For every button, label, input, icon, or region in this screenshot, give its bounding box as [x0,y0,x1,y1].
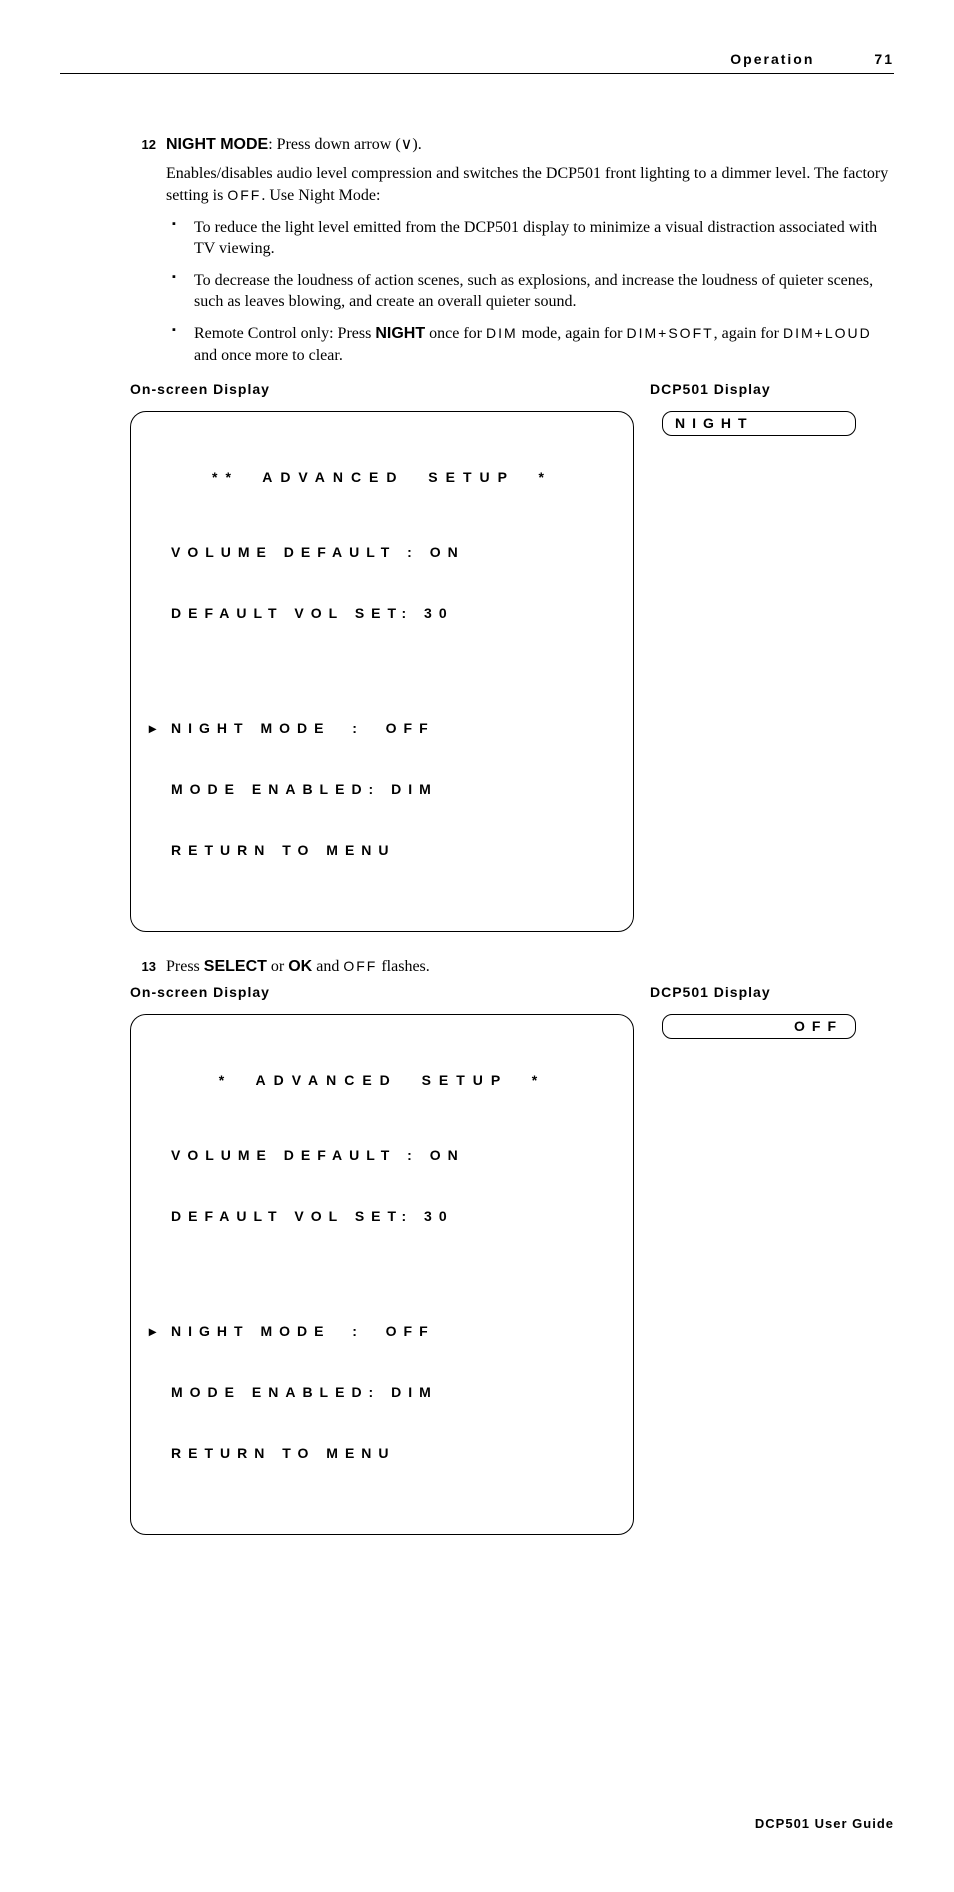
osd-label: On-screen Display [130,983,650,1002]
dim-value: DIM [486,325,518,341]
b3-a: Remote Control only: Press [194,325,375,342]
s13-d: flashes. [377,958,429,975]
step-title: NIGHT MODE [166,136,268,153]
osd-line: RETURN TO MENU [149,1443,615,1463]
s13-a: Press [166,958,204,975]
bullet-3: Remote Control only: Press NIGHT once fo… [166,323,894,366]
osd-title: ** ADVANCED SETUP * [149,467,615,487]
b3-d: , again for [714,325,783,342]
display-labels-2: On-screen Display DCP501 Display [130,983,894,1002]
display-row-2: * ADVANCED SETUP * VOLUME DEFAULT : ON D… [130,1014,894,1535]
header-page-number: 71 [874,50,894,69]
osd-box-2: * ADVANCED SETUP * VOLUME DEFAULT : ON D… [130,1014,634,1535]
step-12-paragraph: Enables/disables audio level compression… [166,163,894,206]
select-button-label: SELECT [204,958,267,975]
osd-line-selected: NIGHT MODE : OFF [149,718,615,738]
osd-line-selected: NIGHT MODE : OFF [149,1321,615,1341]
night-mode-bullets: To reduce the light level emitted from t… [166,217,894,367]
s13-c: and [312,958,343,975]
step-13: 13 Press SELECT or OK and OFF flashes. [130,956,894,978]
spacer [149,1266,615,1280]
para-text-2: . Use Night Mode: [261,187,380,204]
ok-button-label: OK [288,958,312,975]
b3-b: once for [425,325,486,342]
night-button-label: NIGHT [375,325,425,342]
dcp-label: DCP501 Display [650,983,771,1002]
dcp-label: DCP501 Display [650,380,771,399]
b3-c: mode, again for [518,325,627,342]
off-value: OFF [343,958,377,974]
dcp-box-1: NIGHT [662,411,856,436]
page-content: 12 NIGHT MODE: Press down arrow (∨). Ena… [130,134,894,1535]
down-arrow-icon: ∨ [401,136,413,153]
osd-label: On-screen Display [130,380,650,399]
dimloud-value: DIM+LOUD [783,325,872,341]
step-body: Press SELECT or OK and OFF flashes. [166,956,894,978]
b3-e: and once more to clear. [194,347,343,364]
osd-line: DEFAULT VOL SET: 30 [149,1206,615,1226]
osd-line: MODE ENABLED: DIM [149,779,615,799]
osd-line: VOLUME DEFAULT : ON [149,542,615,562]
osd-box-1: ** ADVANCED SETUP * VOLUME DEFAULT : ON … [130,411,634,932]
osd-line: MODE ENABLED: DIM [149,1382,615,1402]
display-labels-1: On-screen Display DCP501 Display [130,380,894,399]
osd-line: RETURN TO MENU [149,840,615,860]
step-number: 12 [130,134,156,154]
step-12: 12 NIGHT MODE: Press down arrow (∨). [130,134,894,156]
step-number: 13 [130,956,156,976]
bullet-1: To reduce the light level emitted from t… [166,217,894,260]
osd-line: VOLUME DEFAULT : ON [149,1145,615,1165]
step-title-after: : Press down arrow ( [268,136,400,153]
display-row-1: ** ADVANCED SETUP * VOLUME DEFAULT : ON … [130,411,894,932]
page-footer: DCP501 User Guide [60,1815,894,1833]
step-body: NIGHT MODE: Press down arrow (∨). [166,134,894,156]
osd-line: DEFAULT VOL SET: 30 [149,603,615,623]
dcp-box-2: OFF [662,1014,856,1039]
s13-b: or [267,958,288,975]
header-section: Operation [730,50,814,69]
dimsoft-value: DIM+SOFT [627,325,714,341]
step-title-end: ). [412,136,421,153]
spacer [149,663,615,677]
osd-title: * ADVANCED SETUP * [149,1070,615,1090]
page-header: Operation 71 [60,50,894,74]
off-value: OFF [227,187,261,203]
bullet-2: To decrease the loudness of action scene… [166,270,894,313]
